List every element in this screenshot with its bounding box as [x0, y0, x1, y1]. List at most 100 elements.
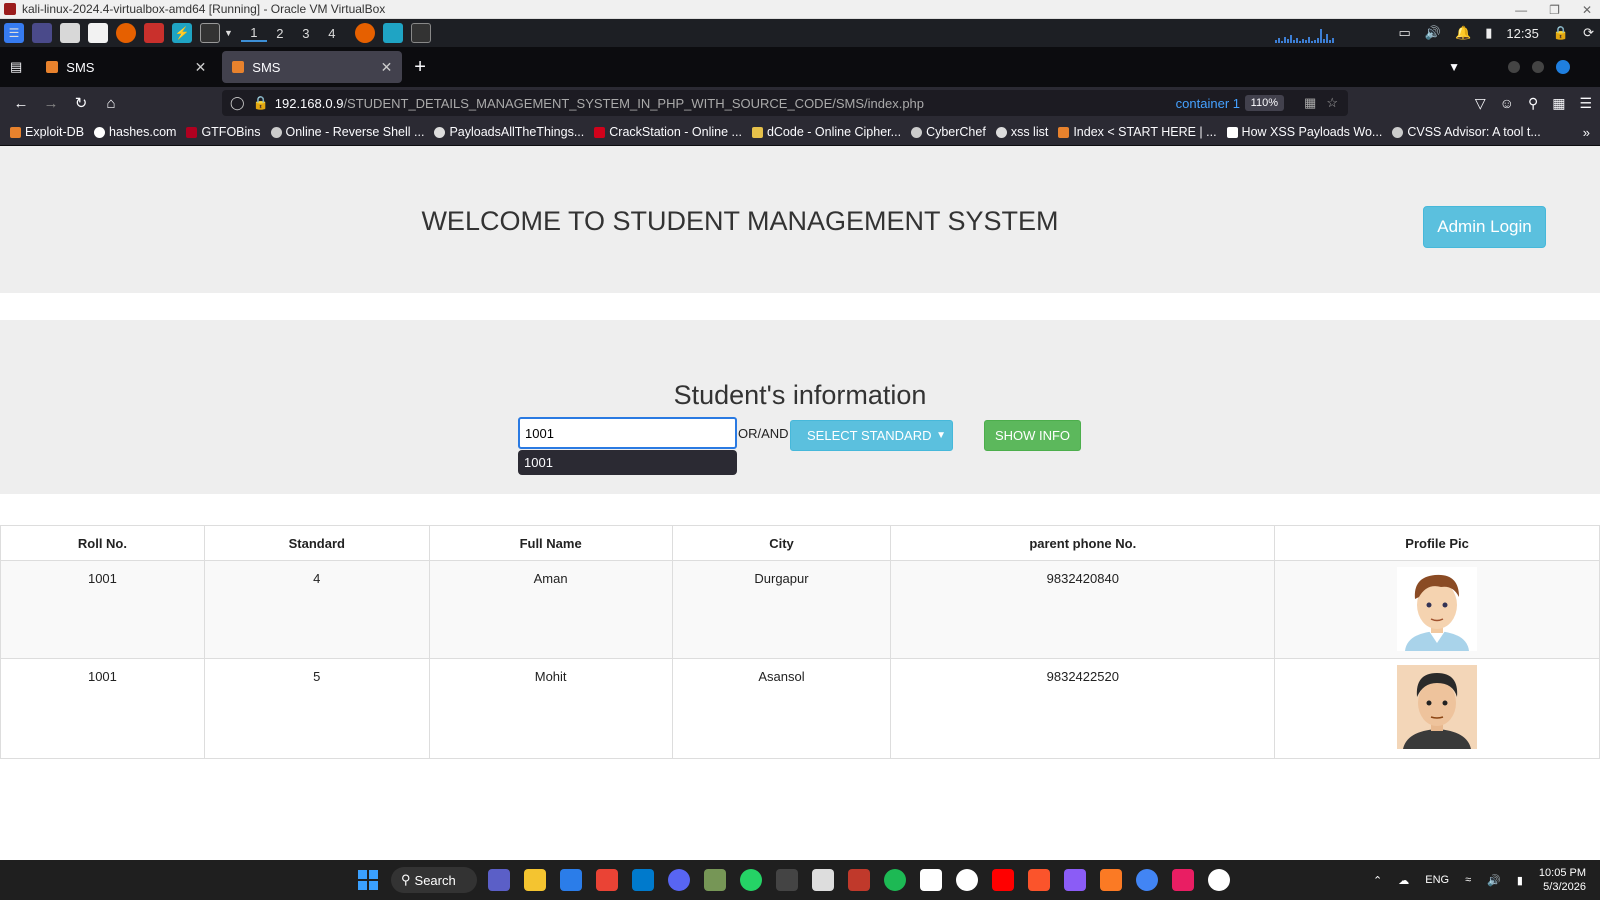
- zoom-level[interactable]: 110%: [1244, 95, 1284, 111]
- chrome-icon[interactable]: [1136, 869, 1158, 891]
- spotify-icon[interactable]: [884, 869, 906, 891]
- list-tabs-icon[interactable]: ▼: [1448, 60, 1460, 74]
- bookmark-exploit-db[interactable]: Exploit-DB: [10, 125, 84, 139]
- bookmark-index[interactable]: Index < START HERE | ...: [1058, 125, 1217, 139]
- teams-icon[interactable]: [488, 869, 510, 891]
- app-icon[interactable]: [1172, 869, 1194, 891]
- virtualbox-icon: [4, 3, 16, 15]
- youtube-icon[interactable]: [992, 869, 1014, 891]
- windows-start-icon[interactable]: [358, 870, 378, 890]
- dropdown-label: SELECT STANDARD: [807, 428, 932, 443]
- volume-icon[interactable]: 🔊: [1487, 874, 1501, 887]
- url-bar[interactable]: ◯ 🔒 192.168.0.9/STUDENT_DETAILS_MANAGEME…: [222, 90, 1348, 116]
- menu-icon[interactable]: ☰: [1579, 95, 1592, 112]
- burp-icon[interactable]: ⚡: [172, 23, 192, 43]
- bookmark-cyberchef[interactable]: CyberChef: [911, 125, 986, 139]
- roll-number-input[interactable]: [518, 417, 737, 449]
- pocket-icon[interactable]: ▽: [1475, 95, 1486, 112]
- back-icon[interactable]: ←: [6, 95, 36, 112]
- close-icon[interactable]: ✕: [1582, 3, 1592, 17]
- window-minimize-icon[interactable]: [1508, 61, 1520, 73]
- github-icon[interactable]: [956, 869, 978, 891]
- home-icon[interactable]: ⌂: [96, 95, 126, 112]
- autocomplete-option[interactable]: 1001: [518, 450, 737, 475]
- display-icon[interactable]: ▭: [1399, 25, 1411, 41]
- reload-icon[interactable]: ↻: [66, 94, 96, 112]
- window-maximize-icon[interactable]: [1532, 61, 1544, 73]
- shield-icon[interactable]: ◯: [230, 95, 245, 111]
- bookmark-gtfobins[interactable]: GTFOBins: [186, 125, 261, 139]
- file-explorer-icon[interactable]: [524, 869, 546, 891]
- tab-close-icon[interactable]: ✕: [195, 59, 207, 76]
- power-icon[interactable]: ⟳: [1583, 25, 1594, 41]
- gmail-icon[interactable]: [596, 869, 618, 891]
- tab-close-icon[interactable]: ✕: [381, 59, 393, 76]
- chevron-up-icon[interactable]: ⌃: [1373, 874, 1382, 887]
- show-info-button[interactable]: SHOW INFO: [984, 420, 1081, 451]
- bookmark-hashes[interactable]: hashes.com: [94, 125, 176, 139]
- bookmark-star-icon[interactable]: ☆: [1326, 95, 1338, 111]
- extensions-icon[interactable]: ⚲: [1528, 95, 1538, 112]
- bookmark-payloads[interactable]: PayloadsAllTheThings...: [434, 125, 584, 139]
- bookmark-xss-payloads[interactable]: How XSS Payloads Wo...: [1226, 125, 1382, 139]
- app-icon[interactable]: [812, 869, 834, 891]
- bookmark-dcode[interactable]: dCode - Online Cipher...: [751, 125, 901, 139]
- text-editor-icon[interactable]: [88, 23, 108, 43]
- terminal-window-icon[interactable]: [410, 23, 431, 43]
- taskbar-search[interactable]: ⚲ Search: [391, 867, 477, 893]
- taskbar-clock[interactable]: 10:05 PM 5/3/2026: [1539, 866, 1586, 894]
- store-icon[interactable]: [560, 869, 582, 891]
- vscode-icon[interactable]: [632, 869, 654, 891]
- firefox-icon[interactable]: [116, 23, 136, 43]
- browser-tab-2[interactable]: SMS ✕: [222, 51, 403, 83]
- brave-icon[interactable]: [1028, 869, 1050, 891]
- terminal-icon[interactable]: [776, 869, 798, 891]
- desktop-icon[interactable]: [32, 23, 52, 43]
- tab-overview-icon[interactable]: ▤: [10, 59, 22, 75]
- workspace-2[interactable]: 2: [267, 26, 293, 41]
- bookmarks-overflow-icon[interactable]: »: [1583, 125, 1590, 140]
- file-manager-icon[interactable]: [60, 23, 80, 43]
- terminal-icon[interactable]: [200, 23, 220, 43]
- xampp-icon[interactable]: [1100, 869, 1122, 891]
- app-icon[interactable]: [848, 869, 870, 891]
- container-label[interactable]: container 1: [1176, 96, 1240, 111]
- select-standard-dropdown[interactable]: SELECT STANDARD ▼: [790, 420, 953, 451]
- bookmark-xss-list[interactable]: xss list: [995, 125, 1048, 139]
- volume-icon[interactable]: 🔊: [1425, 25, 1441, 41]
- forward-icon[interactable]: →: [36, 95, 66, 112]
- grid-icon[interactable]: ▦: [1304, 95, 1316, 111]
- workspace-3[interactable]: 3: [293, 26, 319, 41]
- burp-window-icon[interactable]: [382, 23, 403, 43]
- firefox-window-icon[interactable]: [354, 23, 375, 43]
- bookmark-crackstation[interactable]: CrackStation - Online ...: [594, 125, 742, 139]
- restore-icon[interactable]: ❐: [1549, 3, 1560, 17]
- window-close-icon[interactable]: [1556, 60, 1570, 74]
- chatgpt-icon[interactable]: [1208, 869, 1230, 891]
- xampp-favicon-icon: [232, 61, 245, 73]
- account-icon[interactable]: ☺: [1500, 95, 1514, 112]
- workspace-4[interactable]: 4: [319, 26, 345, 41]
- app-icon[interactable]: [920, 869, 942, 891]
- chess-icon[interactable]: [704, 869, 726, 891]
- minimize-icon[interactable]: —: [1515, 3, 1527, 17]
- wifi-icon[interactable]: ≈: [1465, 874, 1471, 886]
- chevron-down-icon[interactable]: ▼: [224, 28, 233, 38]
- apps-icon[interactable]: ▦: [1552, 95, 1565, 112]
- workspace-1[interactable]: 1: [240, 25, 267, 42]
- bookmark-revshell[interactable]: Online - Reverse Shell ...: [270, 125, 424, 139]
- browser-tab-1[interactable]: SMS ✕: [36, 51, 216, 83]
- battery-icon[interactable]: ▮: [1517, 874, 1523, 887]
- lock-icon[interactable]: 🔒: [1553, 25, 1569, 41]
- bookmark-cvss[interactable]: CVSS Advisor: A tool t...: [1392, 125, 1541, 139]
- kali-menu-icon[interactable]: ☰: [4, 23, 24, 43]
- brave-icon[interactable]: [144, 23, 164, 43]
- app-icon[interactable]: [1064, 869, 1086, 891]
- discord-icon[interactable]: [668, 869, 690, 891]
- language-indicator[interactable]: ENG: [1425, 874, 1449, 886]
- admin-login-button[interactable]: Admin Login: [1423, 206, 1546, 248]
- new-tab-icon[interactable]: +: [414, 56, 426, 79]
- cloud-icon[interactable]: ☁: [1398, 874, 1409, 887]
- whatsapp-icon[interactable]: [740, 869, 762, 891]
- notification-icon[interactable]: 🔔: [1455, 25, 1471, 41]
